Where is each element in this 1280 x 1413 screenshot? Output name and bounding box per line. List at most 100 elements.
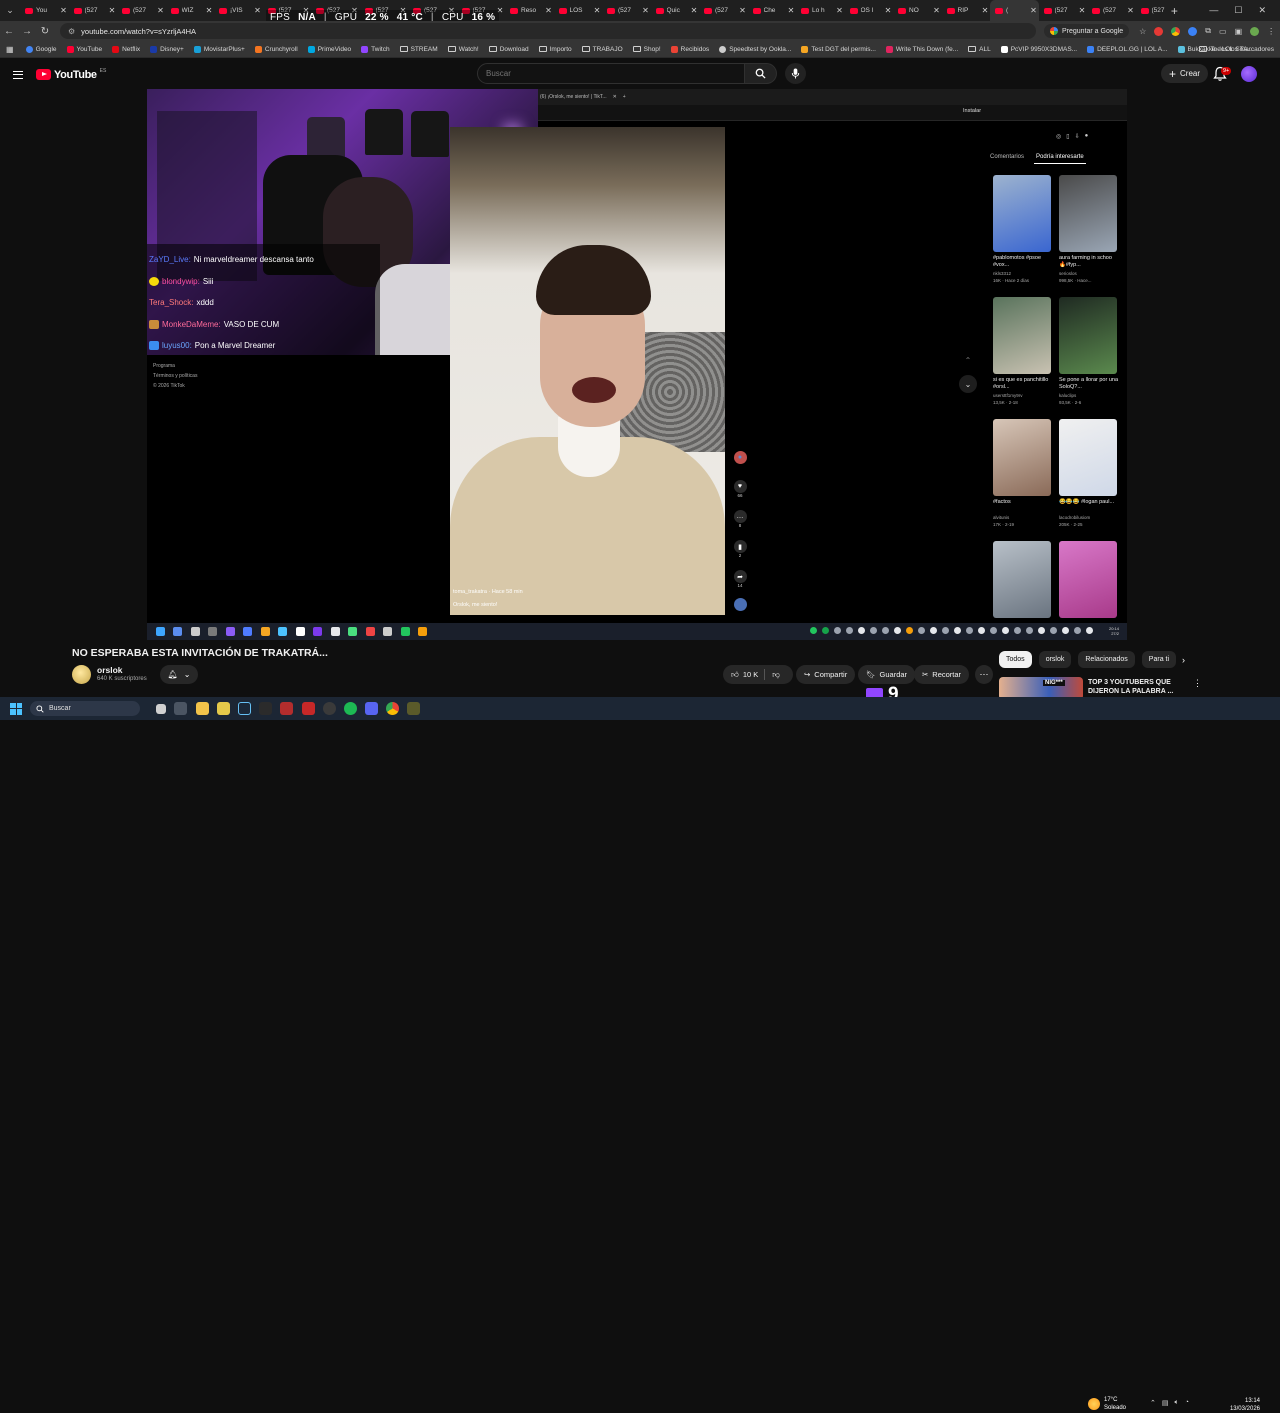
profile-avatar[interactable] bbox=[1250, 26, 1260, 36]
ask-google-button[interactable]: Preguntar a Google bbox=[1044, 24, 1130, 38]
create-button[interactable]: + Crear bbox=[1161, 64, 1209, 83]
chrome-icon[interactable] bbox=[386, 702, 400, 715]
more-actions-button[interactable]: ⋯ bbox=[975, 665, 993, 684]
bookmark-item[interactable]: Recibidos bbox=[670, 41, 709, 58]
bookmark-item[interactable]: Google bbox=[25, 41, 57, 58]
steam-icon[interactable] bbox=[237, 702, 251, 715]
clip-button[interactable]: ✂ Recortar bbox=[914, 665, 970, 684]
close-tab-icon[interactable]: ✕ bbox=[204, 6, 214, 15]
recommended-video-title[interactable]: TOP 3 YOUTUBERS QUE DIJERON LA PALABRA .… bbox=[1088, 678, 1178, 696]
close-tab-icon[interactable]: ✕ bbox=[932, 6, 942, 15]
close-tab-icon[interactable]: ✕ bbox=[641, 6, 651, 15]
reload-icon[interactable]: ↻ bbox=[36, 26, 54, 37]
browser-tab[interactable]: Reso ✕ bbox=[505, 0, 554, 21]
browser-tab[interactable]: (✕ bbox=[990, 0, 1039, 21]
browser-tab[interactable]: (527✕ bbox=[69, 0, 118, 21]
recommended-video-menu-icon[interactable]: ⋮ bbox=[1193, 678, 1202, 689]
browser-tab[interactable]: (527✕ bbox=[1087, 0, 1136, 21]
guide-menu-icon[interactable] bbox=[13, 70, 23, 79]
maximize-button[interactable]: ☐ bbox=[1234, 5, 1242, 16]
browser-tab[interactable]: Quic ✕ bbox=[651, 0, 700, 21]
url-bar[interactable]: ⚙ youtube.com/watch?v=sYzrljA4HA bbox=[60, 23, 1036, 39]
browser-tab[interactable]: You ✕ bbox=[20, 0, 69, 21]
app-icon[interactable] bbox=[322, 702, 336, 715]
browser-tab[interactable]: OS l ✕ bbox=[845, 0, 894, 21]
taskbar-search[interactable]: Buscar bbox=[30, 701, 140, 716]
forward-icon[interactable]: → bbox=[18, 26, 36, 37]
close-tab-icon[interactable]: ✕ bbox=[1077, 6, 1087, 15]
close-tab-icon[interactable]: ✕ bbox=[883, 6, 893, 15]
discord-icon[interactable] bbox=[365, 702, 379, 715]
chrome-icon[interactable] bbox=[1171, 26, 1181, 36]
browser-tab[interactable]: (527✕ bbox=[1039, 0, 1088, 21]
bookmark-item[interactable]: Speedtest by Ookla... bbox=[719, 41, 791, 58]
share-button[interactable]: ↪ Compartir bbox=[796, 665, 856, 684]
browser-tab[interactable]: NO ✕ bbox=[893, 0, 942, 21]
close-tab-icon[interactable]: ✕ bbox=[786, 6, 796, 15]
bookmark-item[interactable]: Crunchyroll bbox=[254, 41, 298, 58]
browser-tab[interactable]: Che ✕ bbox=[748, 0, 797, 21]
bookmark-item[interactable]: DEEPLOL.GG | LOL A... bbox=[1087, 41, 1168, 58]
volume-icon[interactable]: 🔈︎ bbox=[1175, 1399, 1179, 1407]
back-icon[interactable]: ← bbox=[0, 26, 18, 37]
close-tab-icon[interactable]: ✕ bbox=[738, 6, 748, 15]
bookmark-item[interactable]: PrimeVideo bbox=[307, 41, 351, 58]
tray-chevron-icon[interactable]: ⌃ bbox=[1150, 1399, 1156, 1407]
spotify-icon[interactable] bbox=[343, 702, 357, 715]
browser-tab[interactable]: (527✕ bbox=[1136, 0, 1166, 21]
wifi-icon[interactable]: ◔ bbox=[1185, 1399, 1189, 1407]
like-button[interactable]: 👍︎ 10 K bbox=[731, 670, 758, 680]
close-tab-icon[interactable]: ✕ bbox=[253, 6, 263, 15]
account-avatar[interactable] bbox=[1241, 66, 1257, 82]
system-clock[interactable]: 13:14 13/03/2026 bbox=[1224, 1397, 1260, 1413]
app-icon[interactable] bbox=[259, 702, 273, 715]
browser-tab[interactable]: (527✕ bbox=[117, 0, 166, 21]
close-tab-icon[interactable]: ✕ bbox=[689, 6, 699, 15]
close-tab-icon[interactable]: ✕ bbox=[835, 6, 845, 15]
browser-tab[interactable]: RIP ✕ bbox=[942, 0, 991, 21]
close-tab-icon[interactable]: ✕ bbox=[544, 6, 554, 15]
close-tab-icon[interactable]: ✕ bbox=[107, 6, 117, 15]
browser-tab[interactable]: LOS ✕ bbox=[554, 0, 603, 21]
bookmark-item[interactable]: PcVIP 9950X3DMAS... bbox=[1000, 41, 1077, 58]
video-player[interactable]: ZaYD_Live: Ni marveldreamer descansa tant… bbox=[147, 89, 1127, 640]
bookmark-item[interactable]: Test DGT del permis... bbox=[801, 41, 876, 58]
windows-start-icon[interactable] bbox=[10, 702, 22, 715]
app-icon[interactable] bbox=[407, 702, 421, 715]
close-tab-icon[interactable]: ✕ bbox=[156, 6, 166, 15]
tab-search-button[interactable]: ⌄ bbox=[0, 0, 20, 21]
bookmark-item[interactable]: Netflix bbox=[112, 41, 140, 58]
browser-tab[interactable]: (527✕ bbox=[602, 0, 651, 21]
chevron-right-icon[interactable]: › bbox=[1182, 655, 1185, 665]
bookmark-item[interactable]: Watch! bbox=[447, 41, 479, 58]
network-icon[interactable]: ▤ bbox=[1162, 1399, 1169, 1407]
site-info-icon[interactable]: ⚙ bbox=[68, 27, 75, 36]
youtube-logo[interactable]: YouTube ES bbox=[36, 68, 106, 81]
apps-grid-icon[interactable]: ▦ bbox=[6, 45, 14, 54]
all-bookmarks-folder[interactable]: Todos los marcadores bbox=[1199, 41, 1274, 58]
close-tab-icon[interactable]: ✕ bbox=[1126, 6, 1136, 15]
bookmark-item[interactable]: STREAM bbox=[399, 41, 438, 58]
bookmark-item[interactable]: TRABAJO bbox=[581, 41, 623, 58]
minimize-button[interactable]: — bbox=[1209, 5, 1218, 16]
search-input[interactable] bbox=[477, 63, 745, 84]
browser-menu-icon[interactable]: ⋮ bbox=[1267, 27, 1275, 36]
voice-search-button[interactable] bbox=[785, 63, 806, 84]
browser-tab[interactable]: WIZ ✕ bbox=[166, 0, 215, 21]
app-icon[interactable] bbox=[301, 702, 315, 715]
browser-tab[interactable]: Lo h ✕ bbox=[796, 0, 845, 21]
bookmark-item[interactable]: Twitch bbox=[361, 41, 390, 58]
filter-chip[interactable]: Relacionados bbox=[1078, 651, 1135, 668]
cast-icon[interactable]: ▣ bbox=[1235, 27, 1243, 36]
bookmark-item[interactable]: Write This Down (fe... bbox=[885, 41, 958, 58]
close-tab-icon[interactable]: ✕ bbox=[592, 6, 602, 15]
browser-tab[interactable]: ¡VIS ✕ bbox=[214, 0, 263, 21]
bookmark-item[interactable]: Download bbox=[488, 41, 529, 58]
weather-widget[interactable]: 17°C Soleado bbox=[1088, 1396, 1126, 1412]
bookmark-item[interactable]: ALL bbox=[968, 41, 991, 58]
filter-chip[interactable]: orslok bbox=[1038, 651, 1072, 668]
task-view-icon[interactable] bbox=[156, 703, 167, 714]
browser-tab[interactable]: (527✕ bbox=[699, 0, 748, 21]
bookmark-item[interactable]: YouTube bbox=[66, 41, 102, 58]
dislike-button[interactable]: 👎︎ bbox=[772, 670, 780, 680]
